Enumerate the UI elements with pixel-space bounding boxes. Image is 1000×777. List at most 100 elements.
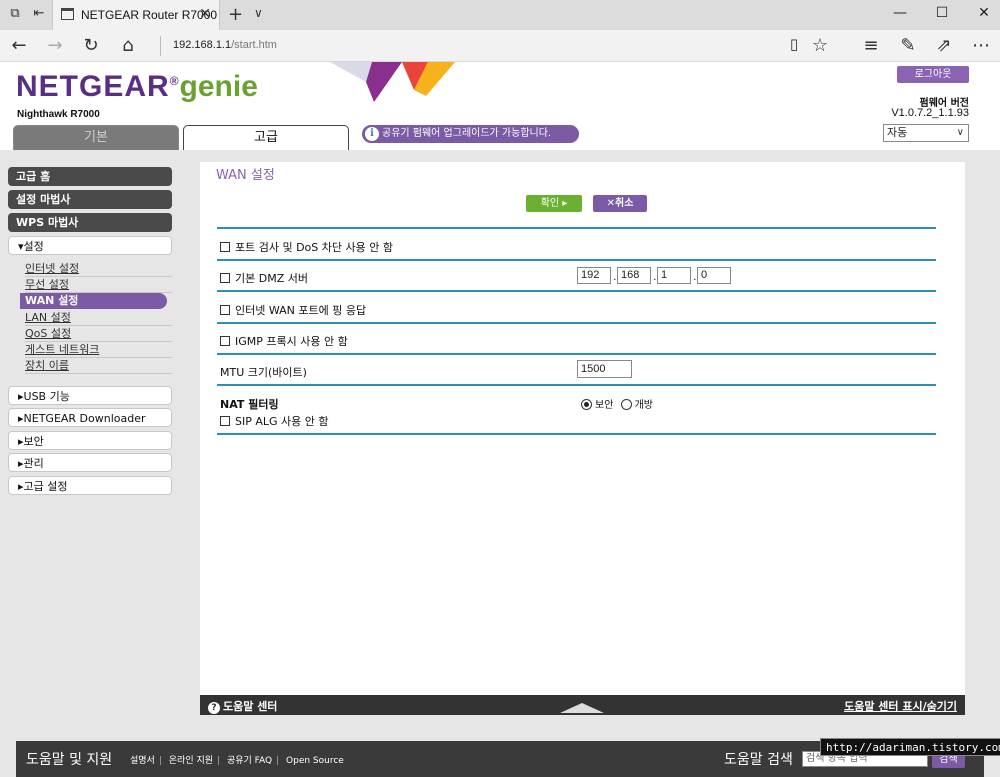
sidebar-item-wireless[interactable]: 무선 설정 bbox=[25, 277, 172, 293]
share-icon[interactable]: ⇗ bbox=[933, 35, 955, 56]
footer-search-label: 도움말 검색 bbox=[724, 752, 793, 768]
sidebar-downloader[interactable]: ▸NETGEAR Downloader (BETA) bbox=[8, 408, 172, 444]
window-close-button[interactable]: ✕ bbox=[974, 5, 994, 21]
help-toggle-link[interactable]: 도움말 센터 표시/숨기기 bbox=[844, 698, 957, 714]
notes-pen-icon[interactable]: ✎ bbox=[897, 35, 919, 56]
ping-label: 인터넷 WAN 포트에 핑 응답 bbox=[235, 304, 367, 317]
nat-open-label: 개방 bbox=[634, 400, 653, 411]
nat-secure-radio[interactable] bbox=[581, 399, 592, 410]
footer-title: 도움말 및 지원 bbox=[26, 752, 113, 768]
reading-view-icon[interactable]: ▯ bbox=[783, 35, 805, 53]
tab-title: NETGEAR Router R7000 bbox=[81, 8, 218, 22]
page-icon bbox=[61, 8, 74, 20]
language-select[interactable]: 자동 ∨ bbox=[883, 124, 969, 142]
tab-basic[interactable]: 기본 bbox=[13, 125, 179, 150]
mtu-label: MTU 크기(바이트) bbox=[220, 366, 307, 379]
footer-link-manual[interactable]: 설명서 bbox=[128, 756, 157, 766]
sidebar-usb[interactable]: ▸USB 기능 bbox=[8, 386, 172, 405]
divider bbox=[217, 433, 936, 435]
port-scan-checkbox[interactable] bbox=[220, 242, 230, 252]
mtu-input[interactable]: 1500 bbox=[577, 360, 632, 378]
forward-icon[interactable]: → bbox=[44, 35, 66, 56]
tab-list-button[interactable]: ∨ bbox=[254, 6, 263, 20]
url-path: /start.htm bbox=[231, 39, 277, 51]
url-divider bbox=[160, 36, 161, 56]
sidebar-wps-wizard[interactable]: WPS 마법사 bbox=[8, 213, 172, 232]
tab-close-button[interactable]: ✕ bbox=[199, 6, 211, 22]
igmp-row: IGMP 프록시 사용 안 함 bbox=[220, 333, 348, 349]
tab-aside-icon[interactable]: ⇤ bbox=[32, 7, 46, 21]
sip-alg-checkbox[interactable] bbox=[220, 416, 230, 426]
sidebar-item-qos[interactable]: QoS 설정 bbox=[25, 326, 172, 342]
dmz-checkbox[interactable] bbox=[220, 273, 230, 283]
expand-help-icon[interactable] bbox=[560, 703, 604, 713]
igmp-checkbox[interactable] bbox=[220, 336, 230, 346]
language-value: 자동 bbox=[887, 126, 908, 139]
new-tab-button[interactable]: + bbox=[228, 4, 243, 25]
logout-button[interactable]: 로그아웃 bbox=[897, 66, 969, 83]
more-icon[interactable]: ⋯ bbox=[970, 35, 992, 56]
minimize-button[interactable]: — bbox=[890, 5, 910, 21]
question-icon: ? bbox=[208, 702, 220, 714]
cancel-button[interactable]: ✕취소 bbox=[593, 195, 647, 212]
home-icon[interactable]: ⌂ bbox=[117, 35, 139, 56]
dmz-ip-octet-1[interactable]: 192 bbox=[577, 267, 611, 284]
brand-genie: genie bbox=[179, 70, 258, 103]
page-title: WAN 설정 bbox=[216, 168, 275, 183]
sip-alg-row: SIP ALG 사용 안 함 bbox=[220, 413, 329, 429]
firmware-upgrade-notice[interactable]: i 공유기 펌웨어 업그레이드가 가능합니다. bbox=[362, 125, 579, 143]
firmware-version: V1.0.7.2_1.1.93 bbox=[891, 107, 969, 119]
port-scan-label: 포트 검사 및 DoS 차단 사용 안 함 bbox=[235, 241, 393, 254]
sidebar-management[interactable]: ▸관리 bbox=[8, 453, 172, 472]
footer-link-online-support[interactable]: 온라인 지원 bbox=[167, 756, 215, 766]
dmz-ip-octet-3[interactable]: 1 bbox=[657, 267, 691, 284]
watermark: http://adariman.tistory.com bbox=[820, 738, 1000, 756]
apply-button[interactable]: 확인 ▸ bbox=[526, 195, 582, 212]
chevron-down-icon: ∨ bbox=[956, 127, 964, 138]
ip-dot: . bbox=[693, 270, 697, 283]
sidebar-item-device-name[interactable]: 장치 이름 bbox=[25, 358, 172, 374]
footer-link-open-source[interactable]: Open Source bbox=[284, 756, 346, 766]
sidebar-item-lan[interactable]: LAN 설정 bbox=[25, 310, 172, 326]
browser-tab[interactable]: NETGEAR Router R7000 ✕ bbox=[52, 0, 220, 30]
dmz-ip-octet-2[interactable]: 168 bbox=[617, 267, 651, 284]
link-separator: | bbox=[276, 756, 280, 766]
refresh-icon[interactable]: ↻ bbox=[80, 35, 102, 56]
port-scan-row: 포트 검사 및 DoS 차단 사용 안 함 bbox=[220, 239, 393, 255]
sidebar-advanced-home[interactable]: 고급 홈 bbox=[8, 167, 172, 186]
ip-dot: . bbox=[613, 270, 617, 283]
favorite-star-icon[interactable]: ☆ bbox=[809, 35, 831, 56]
brand-mark: ® bbox=[169, 74, 180, 88]
header-decoration bbox=[330, 62, 455, 102]
divider bbox=[217, 290, 936, 292]
sidebar-item-wan[interactable]: WAN 설정 bbox=[20, 293, 167, 309]
sidebar-setup-wizard[interactable]: 설정 마법사 bbox=[8, 190, 172, 209]
dmz-ip-octet-4[interactable]: 0 bbox=[697, 267, 731, 284]
nat-label: NAT 필터링 bbox=[220, 398, 279, 411]
footer-link-faq[interactable]: 공유기 FAQ bbox=[225, 756, 274, 766]
firmware-notice-text: 공유기 펌웨어 업그레이드가 가능합니다. bbox=[382, 128, 552, 139]
help-center-label: 도움말 센터 bbox=[223, 700, 278, 713]
nat-filter-options: 보안 개방 bbox=[581, 396, 653, 411]
tab-preview-icon[interactable]: ⧉ bbox=[8, 7, 22, 21]
ping-row: 인터넷 WAN 포트에 핑 응답 bbox=[220, 302, 366, 318]
help-center-link[interactable]: ? 도움말 센터 bbox=[208, 698, 277, 714]
sidebar-security[interactable]: ▸보안 bbox=[8, 431, 172, 450]
sidebar-item-guest-network[interactable]: 게스트 네트워크 bbox=[25, 342, 172, 358]
router-page: NETGEAR®genie Nighthawk R7000 로그아웃 펌웨어 버… bbox=[0, 62, 1000, 777]
nat-open-radio[interactable] bbox=[620, 399, 632, 410]
divider bbox=[217, 322, 936, 324]
ping-checkbox[interactable] bbox=[220, 305, 230, 315]
tab-advanced[interactable]: 고급 bbox=[183, 125, 349, 150]
address-bar[interactable]: 192.168.1.1/start.htm bbox=[173, 39, 277, 51]
divider bbox=[217, 227, 936, 229]
divider bbox=[217, 384, 936, 386]
hub-icon[interactable]: ≡ bbox=[860, 35, 882, 56]
maximize-button[interactable]: ☐ bbox=[932, 5, 952, 21]
sidebar-setup-section[interactable]: ▾설정 bbox=[8, 236, 172, 255]
sidebar-advanced-settings[interactable]: ▸고급 설정 bbox=[8, 476, 172, 495]
sidebar-item-internet[interactable]: 인터넷 설정 bbox=[25, 261, 172, 277]
ip-dot: . bbox=[653, 270, 657, 283]
divider bbox=[217, 259, 936, 261]
back-icon[interactable]: ← bbox=[8, 35, 30, 56]
